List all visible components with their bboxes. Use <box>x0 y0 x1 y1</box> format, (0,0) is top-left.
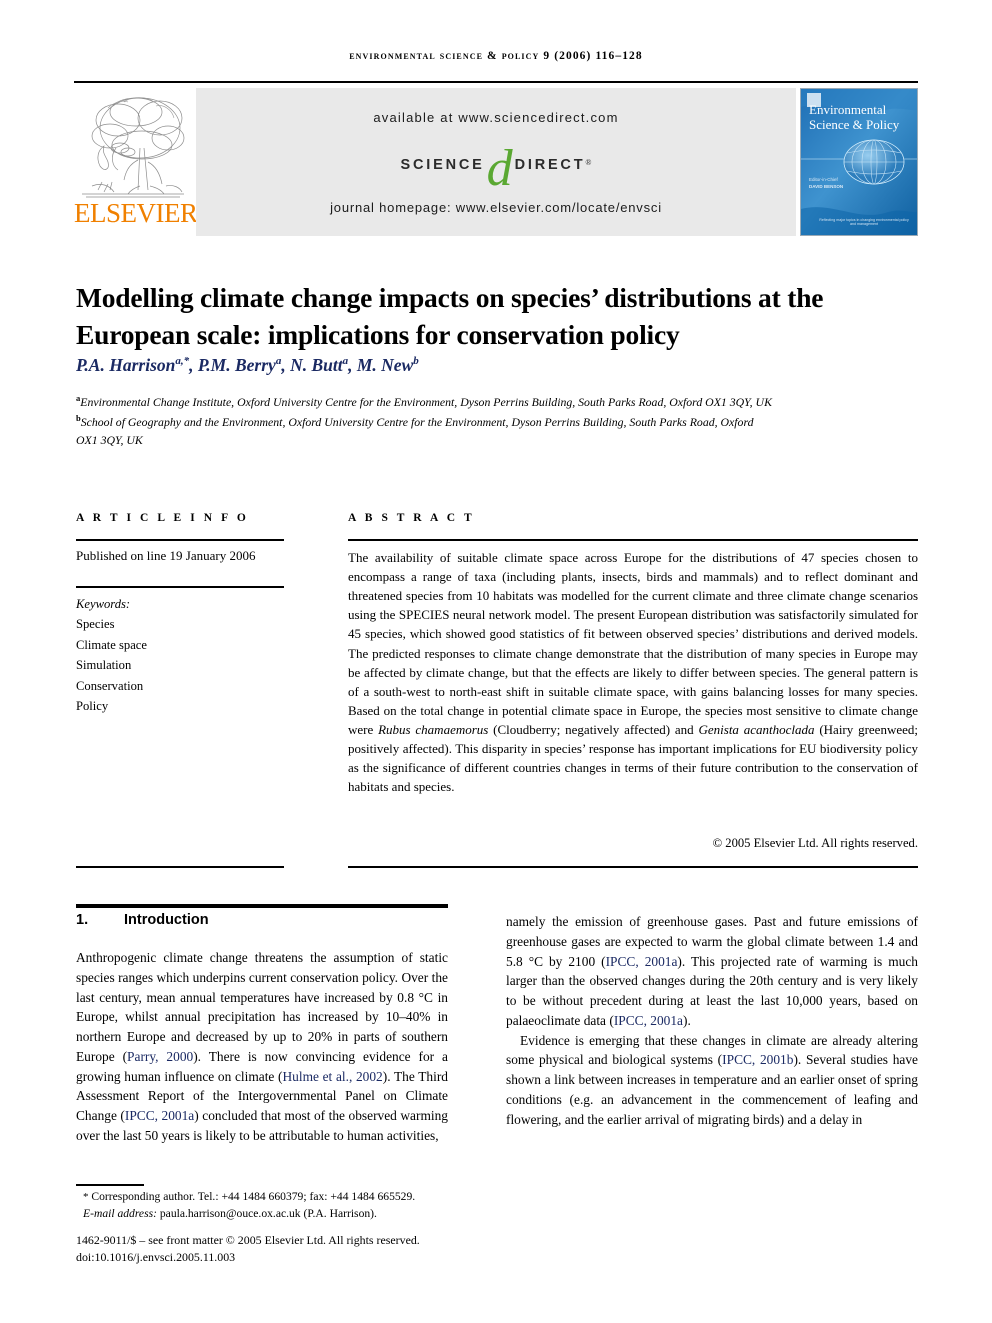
author-affil-marker: a,* <box>175 355 190 368</box>
footnote-rule <box>76 1184 144 1186</box>
affiliation-text: Environmental Change Institute, Oxford U… <box>80 394 772 409</box>
sciencedirect-logo: SCIENCEd DIRECT® <box>196 140 796 197</box>
article-info-column: A R T I C L E I N F O <box>76 512 300 524</box>
body-column-right: namely the emission of greenhouse gases.… <box>506 912 918 1129</box>
abstract-column: A B S T R A C T <box>348 512 918 524</box>
introduction-rule <box>76 904 448 908</box>
journal-homepage-text: journal homepage: www.elsevier.com/locat… <box>330 200 662 215</box>
published-date: Published on line 19 January 2006 <box>76 548 256 563</box>
author-line: P.A. Harrisona,*, P.M. Berrya, N. Butta,… <box>76 355 419 375</box>
author-affil-marker: a <box>342 355 349 368</box>
keyword-item: Conservation <box>76 678 144 693</box>
keyword-item: Species <box>76 617 115 632</box>
sciencedirect-d-glyph-icon: d <box>486 140 513 197</box>
corresponding-author-text: Corresponding author. Tel.: +44 1484 660… <box>91 1190 416 1203</box>
sciencedirect-direct-word: DIRECT <box>514 157 586 173</box>
body-paragraph: Evidence is emerging that these changes … <box>506 1031 918 1130</box>
abstract-species-name-1: Rubus chamaemorus <box>378 721 489 737</box>
page-title: Modelling climate change impacts on spec… <box>76 282 824 350</box>
affiliation-a: aEnvironmental Change Institute, Oxford … <box>76 392 776 412</box>
affiliation-b: bSchool of Geography and the Environment… <box>76 412 776 450</box>
abstract-copyright: © 2005 Elsevier Ltd. All rights reserved… <box>712 836 918 850</box>
abstract-rule-bottom <box>348 866 918 868</box>
email-note: E-mail address: paula.harrison@ouce.ox.a… <box>76 1206 496 1222</box>
affiliation-text: School of Geography and the Environment,… <box>76 414 754 447</box>
article-info-heading: A R T I C L E I N F O <box>76 512 249 524</box>
article-info-rule-top <box>76 539 284 541</box>
cover-editor-name: DAVID BENSON <box>809 183 844 189</box>
email-address[interactable]: paula.harrison@ouce.ox.ac.uk (P.A. Harri… <box>160 1207 377 1220</box>
header-rule <box>74 81 918 83</box>
keywords-label: Keywords: <box>76 597 131 611</box>
abstract-part-2: (Cloudberry; negatively affected) and <box>488 721 699 737</box>
keyword-item: Policy <box>76 698 109 713</box>
keywords-rule <box>76 586 284 588</box>
email-label: E-mail address: <box>83 1206 157 1220</box>
abstract-part-1: The availability of suitable climate spa… <box>348 550 918 737</box>
footnote-block: * Corresponding author. Tel.: +44 1484 6… <box>76 1189 496 1222</box>
author-name: N. Butt <box>290 355 343 375</box>
author-name: P.A. Harrison <box>76 355 176 375</box>
article-info-rule-bottom <box>76 866 284 868</box>
body-text: Anthropogenic climate change threatens t… <box>76 950 448 1064</box>
elsevier-tree-icon <box>82 97 185 198</box>
abstract-species-name-2: Genista acanthoclada <box>698 721 815 737</box>
elsevier-wordmark: ELSEVIER <box>74 198 198 228</box>
author-name: M. New <box>356 355 414 375</box>
cover-title: Environmental Science & Policy <box>809 102 900 132</box>
abstract-text: The availability of suitable climate spa… <box>348 548 918 796</box>
citation-link[interactable]: IPCC, 2001a <box>125 1108 194 1123</box>
cover-footer-text: Reflecting major topics in changing envi… <box>819 218 909 226</box>
keyword-item: Climate space <box>76 637 147 652</box>
author-affil-marker: b <box>413 355 419 368</box>
elsevier-logo: ELSEVIER <box>74 88 198 236</box>
section-number: 1. <box>76 912 89 928</box>
doi-line[interactable]: doi:10.1016/j.envsci.2005.11.003 <box>76 1249 556 1266</box>
author-affil-marker: a <box>275 355 282 368</box>
keywords-block: Keywords: Species Climate space Simulati… <box>76 594 306 716</box>
sciencedirect-band: available at www.sciencedirect.com SCIEN… <box>196 88 796 236</box>
sciencedirect-science-word: SCIENCE <box>400 157 485 173</box>
body-text: ). <box>683 1012 691 1028</box>
citation-link[interactable]: IPCC, 2001a <box>606 954 678 969</box>
citation-link[interactable]: IPCC, 2001b <box>722 1052 793 1067</box>
journal-cover-thumbnail: Environmental Science & Policy Editor-in… <box>800 88 918 236</box>
affiliations: aEnvironmental Change Institute, Oxford … <box>76 392 776 450</box>
section-title: Introduction <box>124 912 209 928</box>
citation-link[interactable]: IPCC, 2001a <box>614 1013 683 1028</box>
abstract-heading: A B S T R A C T <box>348 512 475 524</box>
abstract-rule-top <box>348 539 918 541</box>
available-at-text: available at www.sciencedirect.com <box>373 110 619 125</box>
author-name: P.M. Berry <box>197 355 276 375</box>
keyword-item: Simulation <box>76 658 132 673</box>
registered-trademark-icon: ® <box>585 158 592 167</box>
issn-line: 1462-9011/$ – see front matter © 2005 El… <box>76 1233 420 1247</box>
issn-block: 1462-9011/$ – see front matter © 2005 El… <box>76 1232 556 1266</box>
corresponding-author-note: * Corresponding author. Tel.: +44 1484 6… <box>76 1189 496 1206</box>
cover-editor-label: Editor-in-Chief <box>809 177 838 182</box>
citation-link[interactable]: Parry, 2000 <box>127 1049 193 1064</box>
body-paragraph: namely the emission of greenhouse gases.… <box>506 912 918 1031</box>
cover-editor: Editor-in-Chief DAVID BENSON <box>809 177 843 191</box>
journal-article-page: Environmental Science & Policy 9 (2006) … <box>0 0 992 1323</box>
introduction-heading: 1. Introduction <box>76 912 496 928</box>
citation-link[interactable]: Hulme et al., 2002 <box>283 1069 383 1084</box>
footnote-asterisk-icon: * <box>83 1191 89 1203</box>
body-column-left: Anthropogenic climate change threatens t… <box>76 948 448 1146</box>
running-head: Environmental Science & Policy 9 (2006) … <box>349 50 643 62</box>
masthead: ELSEVIER available at www.sciencedirect.… <box>74 88 918 236</box>
